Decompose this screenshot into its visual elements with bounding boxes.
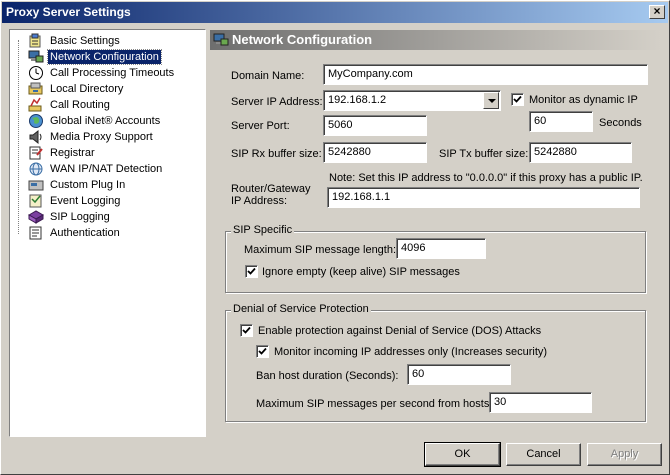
enable-dos-checkbox[interactable] (240, 324, 253, 337)
authentication-icon (29, 226, 42, 240)
tree-item-label: Global iNet® Accounts (50, 115, 161, 127)
tree-item-global-inet-accounts[interactable]: Global iNet® Accounts (28, 113, 203, 129)
tree-item-label: Call Processing Timeouts (50, 67, 175, 79)
dos-protection-title: Denial of Service Protection (231, 303, 371, 315)
router-note: Note: Set this IP address to "0.0.0.0" i… (329, 172, 643, 184)
monitor-incoming-label: Monitor incoming IP addresses only (Incr… (274, 346, 548, 358)
tree-connector (18, 40, 19, 234)
sip-rx-buffer-input[interactable]: 5242880 (323, 142, 427, 163)
max-messages-label: Maximum SIP messages per second from hos… (256, 398, 493, 410)
router-ip-input[interactable]: 192.168.1.1 (327, 187, 640, 208)
tree-item-label: WAN IP/NAT Detection (50, 163, 163, 175)
server-ip-value: 192.168.1.2 (328, 94, 387, 106)
monitor-dynamic-ip-checkbox[interactable] (511, 93, 524, 106)
section-header: Network Configuration (210, 30, 662, 50)
tree-item-basic-settings[interactable]: Basic Settings (28, 33, 203, 49)
server-ip-select[interactable]: 192.168.1.2 (323, 90, 501, 111)
tree-item-label: Network Configuration (47, 49, 162, 65)
tree-item-local-directory[interactable]: Local Directory (28, 81, 203, 97)
tree-item-custom-plug-in[interactable]: Custom Plug In (28, 177, 203, 193)
sip-log-icon (28, 210, 44, 224)
domain-name-input[interactable]: MyCompany.com (323, 64, 648, 85)
dropdown-arrow-icon[interactable] (483, 92, 499, 109)
router-ip-address-label: IP Address: (231, 195, 288, 207)
close-button[interactable]: × (649, 5, 665, 19)
max-sip-length-input[interactable]: 4096 (396, 238, 486, 259)
window-title: Proxy Server Settings (6, 5, 131, 19)
tree-item-label: Media Proxy Support (50, 131, 153, 143)
tree-item-label: Authentication (50, 227, 120, 239)
routing-icon (28, 97, 42, 112)
tree-item-label: Registrar (50, 147, 95, 159)
tree-item-label: Event Logging (50, 195, 121, 207)
router-gateway-label: Router/Gateway (231, 183, 311, 195)
tree-item-call-routing[interactable]: Call Routing (28, 97, 203, 113)
settings-icon (29, 33, 41, 48)
tree-item-label: SIP Logging (50, 211, 110, 223)
directory-icon (28, 82, 43, 95)
cancel-button[interactable]: Cancel (506, 443, 581, 466)
clock-icon (29, 66, 43, 80)
tree-item-label: Basic Settings (50, 35, 120, 47)
globe-icon (29, 114, 43, 128)
checkmark-icon (513, 95, 522, 103)
registrar-icon (29, 146, 43, 160)
proxy-settings-window: Proxy Server Settings × Basic Settings N… (0, 0, 670, 475)
max-messages-input[interactable]: 30 (489, 392, 592, 413)
seconds-label: Seconds (599, 117, 642, 129)
tree-item-label: Custom Plug In (50, 179, 126, 191)
server-port-label: Server Port: (231, 120, 290, 132)
plugin-icon (28, 180, 44, 191)
tree-item-media-proxy-support[interactable]: Media Proxy Support (28, 129, 203, 145)
max-sip-length-label: Maximum SIP message length: (244, 244, 397, 256)
checkmark-icon (247, 267, 256, 275)
ignore-empty-checkbox[interactable] (245, 265, 258, 278)
ignore-empty-label: Ignore empty (keep alive) SIP messages (262, 266, 460, 278)
ban-duration-input[interactable]: 60 (407, 364, 511, 385)
title-bar[interactable]: Proxy Server Settings × (2, 2, 668, 23)
tree-item-network-configuration[interactable]: Network Configuration (28, 49, 203, 65)
tree-item-event-logging[interactable]: Event Logging (28, 193, 203, 209)
network-icon (213, 33, 229, 46)
wan-icon (29, 162, 43, 176)
sip-tx-buffer-label: SIP Tx buffer size: (439, 148, 529, 160)
checkmark-icon (258, 347, 267, 355)
tree-item-call-processing-timeouts[interactable]: Call Processing Timeouts (28, 65, 203, 81)
settings-tree: Basic Settings Network Configuration Cal… (9, 29, 206, 437)
section-title: Network Configuration (232, 32, 373, 47)
monitor-dynamic-ip-label: Monitor as dynamic IP (529, 94, 638, 106)
enable-dos-label: Enable protection against Denial of Serv… (258, 325, 542, 337)
ban-duration-label: Ban host duration (Seconds): (256, 370, 399, 382)
tree-item-registrar[interactable]: Registrar (28, 145, 203, 161)
server-ip-label: Server IP Address: (231, 96, 323, 108)
domain-name-label: Domain Name: (231, 70, 305, 82)
monitor-seconds-input[interactable]: 60 (529, 111, 593, 132)
tree-item-label: Call Routing (50, 99, 110, 111)
sip-tx-buffer-input[interactable]: 5242880 (529, 142, 632, 163)
monitor-incoming-checkbox[interactable] (256, 345, 269, 358)
server-port-input[interactable]: 5060 (323, 115, 427, 136)
checkmark-icon (242, 326, 251, 334)
tree-item-authentication[interactable]: Authentication (28, 225, 203, 241)
speaker-icon (29, 129, 42, 145)
network-icon (28, 50, 44, 63)
event-log-icon (29, 194, 42, 208)
tree-item-sip-logging[interactable]: SIP Logging (28, 209, 203, 225)
sip-specific-title: SIP Specific (231, 224, 295, 236)
tree-item-label: Local Directory (50, 83, 124, 95)
ok-button[interactable]: OK (424, 442, 501, 467)
apply-button[interactable]: Apply (587, 443, 662, 466)
tree-item-wan-ip-nat-detection[interactable]: WAN IP/NAT Detection (28, 161, 203, 177)
sip-rx-buffer-label: SIP Rx buffer size: (231, 148, 322, 160)
